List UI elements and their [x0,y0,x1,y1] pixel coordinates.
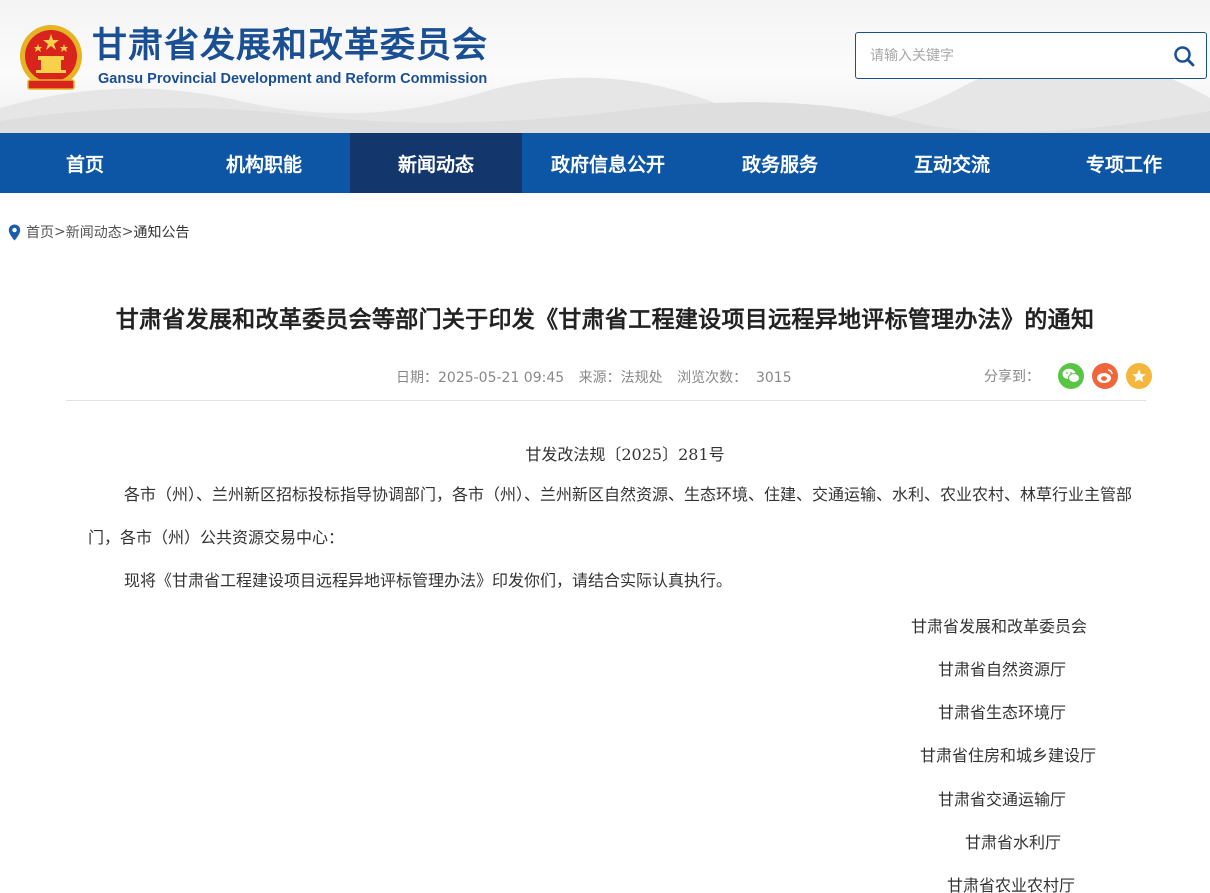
signature-line: 甘肃省水利厅 [965,833,1062,852]
signature-line: 甘肃省住房和城乡建设厅 [920,746,1097,765]
paragraph: 现将《甘肃省工程建设项目远程异地评标管理办法》印发你们，请结合实际认真执行。 [124,571,733,590]
national-emblem-icon [20,25,82,90]
document-number: 甘发改法规〔2025〕281号 [525,445,725,464]
breadcrumb-current[interactable]: 通知公告 [133,222,189,242]
signature-line: 甘肃省自然资源厅 [938,660,1067,679]
article-date: 日期：2025-05-21 09:45 [396,370,565,386]
site-subtitle: Gansu Provincial Development and Reform … [98,71,488,87]
breadcrumb-home[interactable]: 首页 [26,222,54,242]
nav-item-services[interactable]: 政务服务 [694,133,866,193]
breadcrumb-separator: > [121,224,134,240]
search-icon[interactable] [1172,44,1196,68]
nav-item-organization[interactable]: 机构职能 [178,133,350,193]
article-meta: 日期：2025-05-21 09:45 来源：法规处 浏览次数： 3015 [396,367,802,387]
wechat-icon[interactable] [1058,363,1084,389]
favorite-icon[interactable] [1126,363,1152,389]
signature-line: 甘肃省生态环境厅 [938,703,1067,722]
article-source: 来源：法规处 [578,370,663,386]
share-label: 分享到： [984,369,1040,385]
location-pin-icon [8,224,21,240]
site-title: 甘肃省发展和改革委员会 [92,26,489,66]
article-views: 浏览次数： 3015 [677,370,792,386]
nav-item-news[interactable]: 新闻动态 [350,133,522,193]
breadcrumb-news[interactable]: 新闻动态 [66,222,122,242]
paragraph: 各市（州）、兰州新区招标投标指导协调部门，各市（州）、兰州新区自然资源、生态环境… [88,485,1133,547]
signature-line: 甘肃省农业农村厅 [947,876,1076,893]
main-nav: 首页 机构职能 新闻动态 政府信息公开 政务服务 互动交流 专项工作 [0,133,1210,193]
article-title: 甘肃省发展和改革委员会等部门关于印发《甘肃省工程建设项目远程异地评标管理办法》的… [115,307,1095,333]
breadcrumb: 首页 > 新闻动态 > 通知公告 [8,222,189,242]
nav-item-gov-info[interactable]: 政府信息公开 [522,133,694,193]
search-box [855,32,1207,79]
signature-line: 甘肃省发展和改革委员会 [911,617,1088,636]
nav-item-home[interactable]: 首页 [0,133,178,193]
divider [66,400,1146,401]
nav-item-special-work[interactable]: 专项工作 [1038,133,1210,193]
nav-item-interaction[interactable]: 互动交流 [866,133,1038,193]
share-bar: 分享到： [984,363,1152,389]
weibo-icon[interactable] [1092,363,1118,389]
site-header: 甘肃省发展和改革委员会 Gansu Provincial Development… [0,0,1210,133]
signature-line: 甘肃省交通运输厅 [938,790,1067,809]
breadcrumb-separator: > [54,224,66,240]
search-input[interactable] [870,45,1160,67]
